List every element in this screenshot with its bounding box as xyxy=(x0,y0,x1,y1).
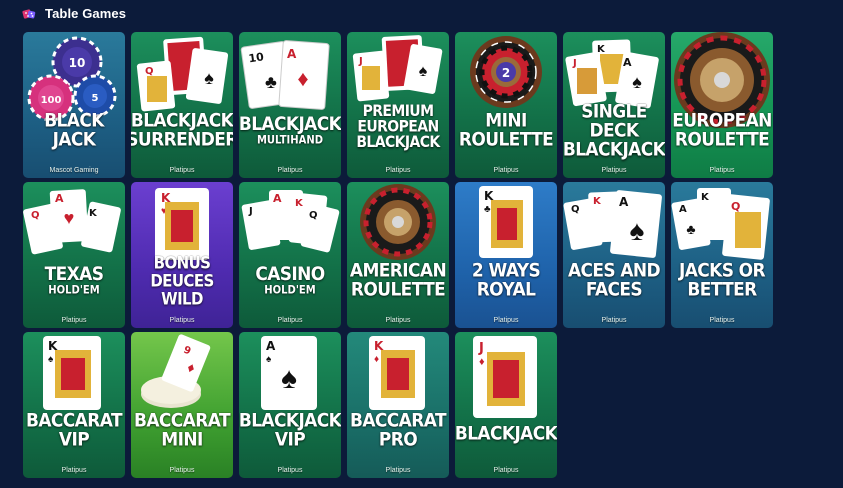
svg-text:Q: Q xyxy=(731,200,740,213)
game-tile-premium-european-blackjack[interactable]: ♠ J PREMIUM EUROPEAN BLACKJACK Platipus xyxy=(347,32,449,178)
svg-text:♠: ♠ xyxy=(630,215,645,246)
game-provider: Platipus xyxy=(709,317,735,324)
svg-text:♠: ♠ xyxy=(48,354,54,365)
game-tile-baccarat-vip[interactable]: K ♠ BACCARAT VIP Platipus xyxy=(23,332,125,478)
svg-text:♠: ♠ xyxy=(204,68,214,88)
game-provider: Platipus xyxy=(277,467,303,474)
svg-text:A: A xyxy=(273,192,282,205)
game-title: SINGLE DECK BLACKJACK xyxy=(563,100,665,161)
svg-text:Q: Q xyxy=(309,210,318,221)
svg-text:♦: ♦ xyxy=(374,354,379,365)
game-title: BACCARAT PRO xyxy=(350,409,447,452)
svg-text:Q: Q xyxy=(31,210,40,221)
game-tile-baccarat-mini[interactable]: 9 ♦ BACCARAT MINI Platipus xyxy=(131,332,233,478)
game-provider: Mascot Gaming xyxy=(49,167,99,174)
game-title: BACCARAT VIP xyxy=(26,409,123,452)
svg-text:♦: ♦ xyxy=(297,66,308,91)
game-title: BLACKJACK SURRENDER xyxy=(131,109,233,152)
svg-text:♣: ♣ xyxy=(686,221,695,237)
game-title: CASINO HOLD'EM xyxy=(255,263,325,297)
svg-text:A: A xyxy=(266,339,276,353)
game-title: TEXAS HOLD'EM xyxy=(44,263,104,297)
svg-text:10: 10 xyxy=(248,50,265,65)
game-tile-jacks-or-better[interactable]: A ♣ K Q JACKS OR BETTER Platipus xyxy=(671,182,773,328)
svg-text:♦: ♦ xyxy=(479,356,485,368)
svg-text:K: K xyxy=(295,198,304,209)
game-tile-single-deck-blackjack[interactable]: K J A ♠ SINGLE DECK BLACKJACK Platipus xyxy=(563,32,665,178)
game-title: MINI ROULETTE xyxy=(458,109,554,152)
game-provider: Platipus xyxy=(385,167,411,174)
svg-text:J: J xyxy=(478,341,484,356)
game-provider: Platipus xyxy=(493,167,519,174)
game-tile-baccarat-pro[interactable]: K ♦ BACCARAT PRO Platipus xyxy=(347,332,449,478)
game-title: PREMIUM EUROPEAN BLACKJACK xyxy=(356,102,440,152)
game-tile-casino-holdem[interactable]: J A K Q CASINO HOLD'EM Platipus xyxy=(239,182,341,328)
game-provider: Platipus xyxy=(385,467,411,474)
game-title: JACKS OR BETTER xyxy=(678,259,766,302)
svg-text:♣: ♣ xyxy=(265,72,277,92)
svg-text:♣: ♣ xyxy=(484,204,491,215)
svg-text:K: K xyxy=(701,192,710,203)
game-title: BLACKJACK xyxy=(455,422,557,445)
game-tile-mini-roulette[interactable]: 2 MINI ROULETTE Platipus xyxy=(455,32,557,178)
game-title: AMERICAN ROULETTE xyxy=(349,259,447,302)
svg-text:K: K xyxy=(593,196,602,207)
game-tile-blackjack-multihand[interactable]: 10 ♣ A ♦ BLACKJACK MULTIHAND Platipus xyxy=(239,32,341,178)
dice-icon xyxy=(22,9,36,19)
game-provider: Platipus xyxy=(277,167,303,174)
game-provider: Platipus xyxy=(709,167,735,174)
game-provider: Platipus xyxy=(493,467,519,474)
game-title: BACCARAT MINI xyxy=(134,409,231,452)
game-title: BLACK JACK xyxy=(44,109,104,152)
svg-text:A: A xyxy=(619,195,629,209)
game-provider: Platipus xyxy=(601,167,627,174)
svg-text:♠: ♠ xyxy=(281,362,297,395)
game-provider: Platipus xyxy=(169,317,195,324)
game-title: BLACKJACK VIP xyxy=(239,409,341,452)
game-title: BLACKJACK MULTIHAND xyxy=(239,113,341,147)
svg-text:10: 10 xyxy=(69,56,86,70)
game-tile-2-ways-royal[interactable]: K ♣ 2 WAYS ROYAL Platipus xyxy=(455,182,557,328)
svg-text:A: A xyxy=(623,56,632,69)
svg-text:♥: ♥ xyxy=(64,208,75,228)
svg-text:Q: Q xyxy=(571,204,580,215)
svg-text:J: J xyxy=(572,58,577,69)
game-tile-blackjack-vip[interactable]: A ♠ ♠ BLACKJACK VIP Platipus xyxy=(239,332,341,478)
game-provider: Platipus xyxy=(601,317,627,324)
game-title: 2 WAYS ROYAL xyxy=(471,259,541,302)
game-tile-aces-and-faces[interactable]: Q K A ♠ ACES AND FACES Platipus xyxy=(563,182,665,328)
svg-text:♠: ♠ xyxy=(632,72,642,92)
game-tile-texas-holdem[interactable]: Q A ♥ K TEXAS HOLD'EM Platipus xyxy=(23,182,125,328)
game-title: BONUS DEUCES WILD xyxy=(150,253,214,309)
game-tile-european-roulette[interactable]: EUROPEAN ROULETTE Platipus xyxy=(671,32,773,178)
game-title: ACES AND FACES xyxy=(567,259,661,302)
svg-text:♠: ♠ xyxy=(266,354,272,365)
svg-text:K: K xyxy=(89,208,98,219)
section-title: Table Games xyxy=(45,6,127,21)
game-provider: Platipus xyxy=(61,317,87,324)
game-tile-blackjack[interactable]: J ♦ BLACKJACK Platipus xyxy=(455,332,557,478)
svg-text:A: A xyxy=(55,192,64,205)
svg-text:♠: ♠ xyxy=(419,63,428,80)
game-tile-bonus-deuces-wild[interactable]: K ♥ BONUS DEUCES WILD Platipus xyxy=(131,182,233,328)
game-provider: Platipus xyxy=(385,317,411,324)
game-provider: Platipus xyxy=(169,467,195,474)
game-provider: Platipus xyxy=(61,467,87,474)
svg-text:A: A xyxy=(679,204,687,215)
game-title: EUROPEAN ROULETTE xyxy=(672,109,772,152)
svg-text:J: J xyxy=(358,56,363,67)
svg-text:Q: Q xyxy=(145,66,154,77)
section-header: Table Games xyxy=(0,0,843,28)
game-tile-blackjack-surrender[interactable]: ♠ Q BLACKJACK SURRENDER Platipus xyxy=(131,32,233,178)
game-tile-black-jack[interactable]: 10 100 5 BLACK JACK Mascot Gaming xyxy=(23,32,125,178)
game-provider: Platipus xyxy=(493,317,519,324)
svg-text:A: A xyxy=(287,47,297,61)
game-provider: Platipus xyxy=(169,167,195,174)
svg-text:2: 2 xyxy=(502,66,510,80)
game-tile-american-roulette[interactable]: AMERICAN ROULETTE Platipus xyxy=(347,182,449,328)
svg-text:J: J xyxy=(248,206,253,217)
game-provider: Platipus xyxy=(277,317,303,324)
